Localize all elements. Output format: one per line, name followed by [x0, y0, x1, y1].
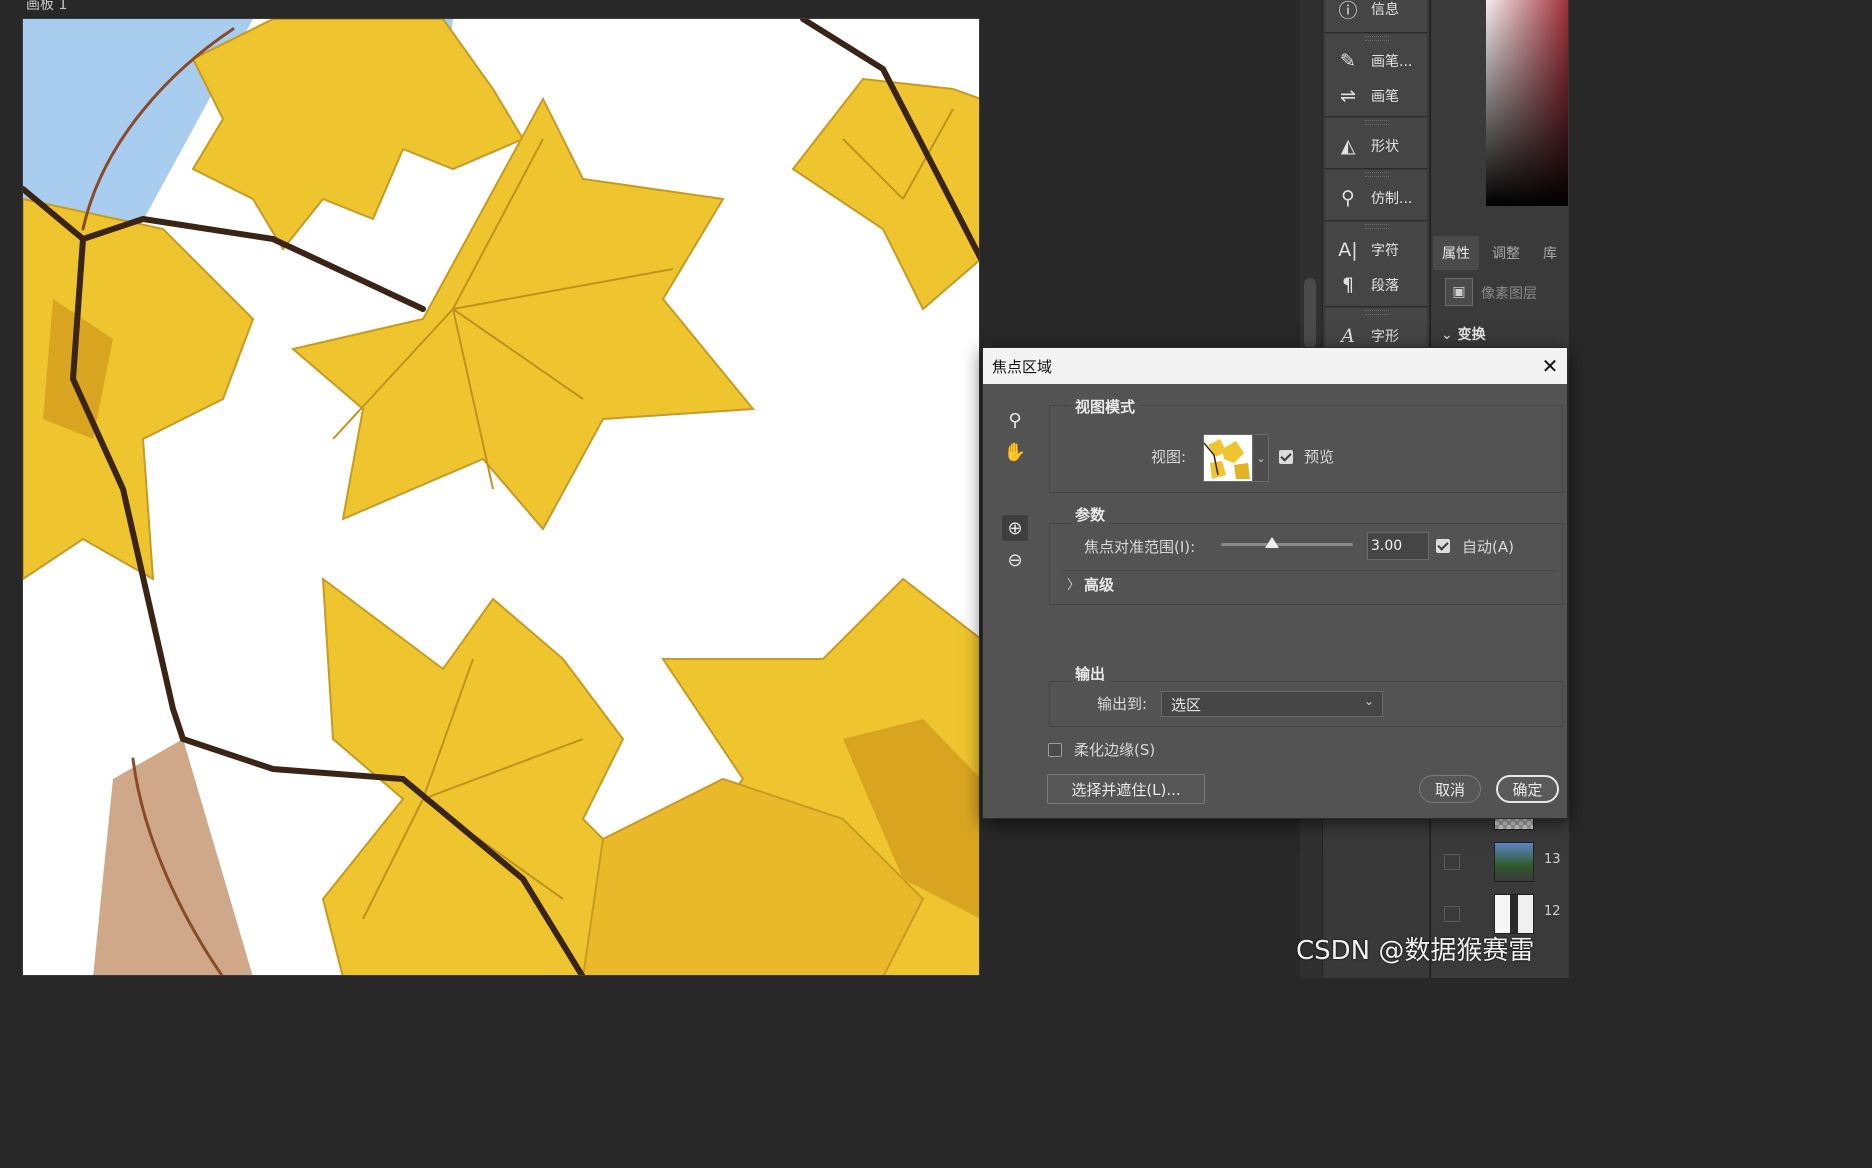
close-button[interactable]: ✕ — [1533, 348, 1567, 384]
panel-grip[interactable] — [1365, 310, 1389, 315]
tab-properties[interactable]: 属性 — [1433, 236, 1479, 270]
select-and-mask-button[interactable]: 选择并遮住(L)... — [1047, 774, 1205, 804]
clone-source-icon: ⚲ — [1341, 187, 1355, 209]
brush-group: ✎ 画笔... ⇌ 画笔 — [1325, 34, 1427, 117]
soften-edge-label: 柔化边缘(S) — [1074, 741, 1156, 759]
panel-item-paragraph[interactable]: ¶ 段落 — [1335, 270, 1399, 300]
output-to-select[interactable]: 选区 ⌄ — [1161, 691, 1383, 717]
info-icon: ⓘ — [1338, 0, 1358, 22]
color-picker-field[interactable] — [1486, 0, 1568, 206]
panel-item-brush[interactable]: ⇌ 画笔 — [1335, 81, 1399, 111]
tab-adjustments[interactable]: 调整 — [1481, 236, 1531, 270]
focus-range-input[interactable] — [1367, 532, 1429, 560]
advanced-chevron-icon[interactable]: 〉 — [1067, 574, 1080, 593]
panel-item-label: 形状 — [1371, 139, 1399, 155]
focus-area-add-tool-icon[interactable]: ⊕ — [1002, 515, 1028, 541]
panel-item-label: 画笔... — [1371, 54, 1413, 70]
panel-item-clone-source[interactable]: ⚲ 仿制... — [1335, 183, 1412, 213]
view-dropdown-chevron[interactable]: ⌄ — [1254, 434, 1269, 482]
glyphs-group: A 字形 — [1325, 308, 1427, 349]
chevron-down-icon: ⌄ — [1441, 327, 1453, 343]
layer-thumbnail — [1494, 894, 1534, 934]
panel-item-shapes[interactable]: ◭ 形状 — [1335, 131, 1399, 161]
glyphs-icon: A — [1341, 325, 1355, 347]
cancel-button[interactable]: 取消 — [1419, 775, 1481, 803]
shapes-group: ◭ 形状 — [1325, 118, 1427, 169]
transform-section[interactable]: ⌄ 变换 — [1441, 324, 1486, 344]
artboard-label: 画板 1 — [26, 0, 68, 13]
auto-checkbox[interactable] — [1436, 539, 1450, 553]
view-mode-title: 视图模式 — [1071, 396, 1140, 417]
divider — [1063, 570, 1557, 571]
paragraph-icon: ¶ — [1341, 274, 1355, 296]
layer-name: 13 — [1544, 852, 1561, 867]
hand-tool-icon[interactable]: ✋ — [1002, 439, 1028, 465]
layer-name: 12 — [1544, 904, 1561, 919]
view-label: 视图: — [1151, 448, 1187, 466]
type-group: A| 字符 ¶ 段落 — [1325, 222, 1427, 307]
focus-range-label: 焦点对准范围(I): — [1084, 538, 1196, 556]
panel-grip[interactable] — [1365, 224, 1389, 229]
panel-item-label: 字符 — [1371, 243, 1399, 259]
visibility-toggle[interactable] — [1444, 854, 1460, 870]
tab-libraries[interactable]: 库 — [1531, 236, 1569, 270]
panel-item-info[interactable]: ⓘ 信息 — [1335, 0, 1399, 24]
character-icon: A| — [1338, 239, 1358, 261]
panel-item-brush-settings[interactable]: ✎ 画笔... — [1335, 46, 1412, 76]
layer-row[interactable]: 13 — [1430, 838, 1568, 886]
panel-item-label: 段落 — [1371, 278, 1399, 294]
panel-item-character[interactable]: A| 字符 — [1335, 235, 1399, 265]
chevron-down-icon: ⌄ — [1256, 451, 1266, 465]
dialog-titlebar[interactable]: 焦点区域 ✕ — [983, 348, 1567, 384]
parameters-title: 参数 — [1071, 504, 1110, 525]
transform-section-label: 变换 — [1457, 327, 1486, 343]
focus-range-slider-thumb[interactable] — [1265, 537, 1280, 548]
auto-label: 自动(A) — [1462, 538, 1514, 556]
output-to-value: 选区 — [1171, 695, 1202, 714]
chevron-down-icon: ⌄ — [1363, 694, 1374, 708]
preview-checkbox[interactable] — [1279, 450, 1293, 464]
maple-leaves-image — [23, 19, 979, 975]
output-title: 输出 — [1071, 663, 1110, 684]
clone-group: ⚲ 仿制... — [1325, 170, 1427, 221]
output-to-label: 输出到: — [1097, 695, 1148, 713]
panel-grip[interactable] — [1365, 120, 1389, 125]
zoom-tool-icon[interactable]: ⚲ — [1002, 407, 1028, 433]
view-thumbnail-image — [1204, 435, 1252, 481]
watermark-text: CSDN @数据猴赛雷 — [1296, 936, 1535, 966]
focus-range-slider-track[interactable] — [1221, 537, 1353, 548]
pixel-layer-icon: ▣ — [1445, 278, 1473, 306]
visibility-toggle[interactable] — [1444, 906, 1460, 922]
layer-type-label: 像素图层 — [1481, 286, 1537, 302]
info-group: ⓘ 信息 — [1325, 0, 1427, 33]
brush-icon: ⇌ — [1340, 85, 1356, 107]
focus-area-dialog: 焦点区域 ✕ ⚲ ✋ ⊕ ⊖ 视图模式 视图: ⌄ 预览 参数 焦点对准范围(I… — [982, 347, 1568, 819]
layer-thumbnail — [1494, 842, 1534, 882]
panel-grip[interactable] — [1365, 172, 1389, 177]
shapes-icon: ◭ — [1340, 135, 1356, 157]
dialog-title: 焦点区域 — [992, 357, 1053, 376]
view-thumbnail-select[interactable] — [1203, 434, 1253, 482]
brush-settings-icon: ✎ — [1340, 50, 1356, 72]
preview-label: 预览 — [1304, 448, 1335, 466]
soften-edge-checkbox[interactable] — [1048, 743, 1062, 757]
panel-item-label: 画笔 — [1371, 89, 1399, 105]
panel-item-label: 字形 — [1371, 329, 1399, 345]
focus-area-subtract-tool-icon[interactable]: ⊖ — [1002, 547, 1028, 573]
canvas[interactable] — [22, 18, 980, 976]
advanced-section[interactable]: 高级 — [1084, 574, 1114, 595]
panel-grip[interactable] — [1365, 36, 1389, 41]
scrollbar-thumb[interactable] — [1304, 278, 1316, 348]
panel-item-label: 仿制... — [1371, 191, 1413, 207]
ok-button[interactable]: 确定 — [1496, 775, 1559, 803]
panel-item-label: 信息 — [1371, 2, 1399, 18]
